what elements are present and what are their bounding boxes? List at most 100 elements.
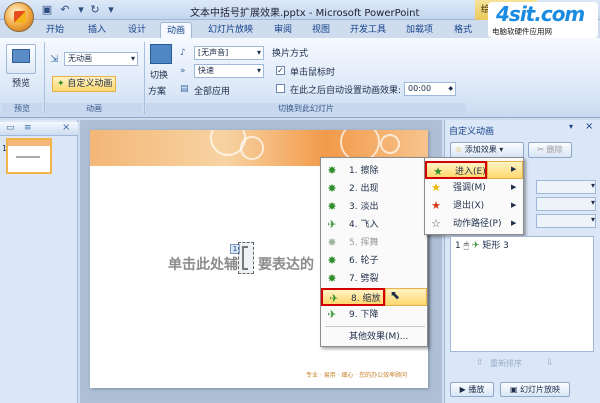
slide-text-left[interactable]: 单击此处辅 <box>168 254 238 274</box>
switch-method-label: 换片方式 <box>272 49 309 59</box>
tab-animation[interactable]: 动画 <box>160 22 193 38</box>
apply-all-icon: ▤ <box>180 84 189 94</box>
submenu-arrow-icon: ▶ <box>511 201 517 209</box>
speed-select[interactable]: 快速 ▾ <box>194 64 264 78</box>
slides-tab-icon[interactable]: ▭ <box>6 123 15 133</box>
tab-view[interactable]: 视图 <box>306 22 336 38</box>
descend-effect-icon: ✈ <box>327 308 337 321</box>
submenu-arrow-icon: ▶ <box>511 183 517 191</box>
slides-panel-tabs: ▭ ≡ × <box>0 122 78 136</box>
animation-icon: ⇲ <box>50 54 59 65</box>
switch-scheme-label-1[interactable]: 切换 <box>150 68 168 81</box>
play-button[interactable]: ▶ 播放 <box>450 382 494 397</box>
fade-effect-icon: ✸ <box>327 200 337 213</box>
slide-text-right[interactable]: 要表达的 <box>258 254 314 274</box>
group-separator <box>144 42 145 114</box>
move-down-icon[interactable]: ⇩ <box>546 358 554 368</box>
tab-addins[interactable]: 加载项 <box>400 22 439 38</box>
menu-item-motion-path[interactable]: ☆ 动作路径(P) <box>425 215 523 233</box>
redo-icon[interactable]: ↻ <box>88 3 102 17</box>
preview-icon <box>12 49 30 63</box>
switch-scheme-label-2[interactable]: 方案 <box>148 84 166 97</box>
menu-item-exit[interactable]: ★ 退出(X) <box>425 197 523 215</box>
wipe-effect-icon: ✸ <box>327 164 337 177</box>
custom-animation-button[interactable]: ✦ 自定义动画 <box>52 76 116 92</box>
on-click-checkbox[interactable]: ✓ <box>276 66 285 75</box>
transition-group-label: 切换到此幻灯片 <box>146 103 466 115</box>
group-separator <box>44 42 45 114</box>
swivel-effect-icon: ✸ <box>327 236 337 249</box>
tab-review[interactable]: 审阅 <box>268 22 298 38</box>
entrance-effects-menu: ✸ 1. 擦除 ✸ 2. 出现 ✸ 3. 淡出 ✈ 4. 飞入 ✸ 5. 挥舞 ✸ 6. 轮… <box>320 157 428 347</box>
speed-select-pane[interactable]: ▾ <box>536 214 596 228</box>
tab-format[interactable]: 格式 <box>448 22 478 38</box>
preview-label: 预览 <box>12 79 31 89</box>
after-time-checkbox[interactable] <box>276 84 285 93</box>
wheel-effect-icon: ✸ <box>327 254 337 267</box>
pane-title: 自定义动画 <box>449 127 495 137</box>
move-up-icon[interactable]: ⇧ <box>476 358 484 368</box>
tab-home[interactable]: 开始 <box>40 22 70 38</box>
office-button[interactable] <box>4 2 34 32</box>
mouse-trigger-icon: 🖱 <box>463 241 470 251</box>
menu-item-wheel[interactable]: ✸ 6. 轮子 <box>321 252 427 270</box>
preview-group-label: 预览 <box>2 103 42 115</box>
tab-design[interactable]: 设计 <box>122 22 152 38</box>
remove-button[interactable]: ✂ 删除 <box>528 142 572 158</box>
menu-item-descend[interactable]: ✈ 9. 下降 <box>321 306 427 324</box>
submenu-arrow-icon: ▶ <box>511 219 517 227</box>
entrance-star-icon: ★ <box>433 165 443 178</box>
tab-insert[interactable]: 插入 <box>82 22 112 38</box>
remove-icon: ✂ <box>537 145 545 154</box>
chevron-down-icon: ▾ <box>590 198 595 207</box>
sound-icon: ♪ <box>180 48 186 58</box>
menu-item-entrance[interactable]: ★ 进入(E) <box>425 161 487 179</box>
start-select[interactable]: ▾ <box>536 180 596 194</box>
tab-developer[interactable]: 开发工具 <box>344 22 392 38</box>
menu-item-wipe[interactable]: ✸ 1. 擦除 <box>321 162 427 180</box>
slide-thumbnail[interactable] <box>6 138 52 174</box>
effect-list-item[interactable]: 1 🖱 ✈ 矩形 3 <box>455 239 591 253</box>
bracket-shape-rectangle-3[interactable] <box>238 242 254 274</box>
fly-in-effect-icon: ✈ <box>327 218 337 231</box>
tab-slideshow[interactable]: 幻灯片放映 <box>202 22 259 38</box>
chevron-down-icon: ▾ <box>499 145 504 154</box>
save-icon[interactable]: ▣ <box>40 3 54 17</box>
menu-item-split[interactable]: ✸ 7. 劈裂 <box>321 270 427 288</box>
animation-group-label: 动画 <box>46 103 142 115</box>
menu-item-more-effects[interactable]: 其他效果(M)... <box>321 328 427 346</box>
close-icon[interactable]: × <box>62 122 70 133</box>
outline-tab-icon[interactable]: ≡ <box>24 123 32 133</box>
chevron-down-icon: ▾ <box>590 215 595 224</box>
after-time-input[interactable]: 00:00 ◆ <box>404 82 456 96</box>
pane-options-icon[interactable]: ▾ <box>569 122 573 131</box>
decor-circle <box>380 134 400 154</box>
appear-effect-icon: ✸ <box>327 182 337 195</box>
decor-circle <box>240 136 264 160</box>
add-effect-button[interactable]: ☆ 添加效果 ▾ <box>450 142 524 158</box>
animation-select[interactable]: 无动画 ▾ <box>64 52 138 66</box>
add-effect-menu: ★ 进入(E) ▶ ★ 强调(M) ▶ ★ 退出(X) ▶ ☆ 动作路径(P) … <box>424 157 524 235</box>
menu-item-zoom[interactable]: ✈ 8. 缩放 <box>321 288 385 306</box>
effect-list: 1 🖱 ✈ 矩形 3 <box>450 236 594 352</box>
preview-button[interactable] <box>6 44 36 74</box>
sound-select[interactable]: [无声音] ▾ <box>194 46 264 60</box>
property-select[interactable]: ▾ <box>536 197 596 211</box>
dropdown-icon[interactable]: ▾ <box>74 3 88 17</box>
slideshow-button[interactable]: ▣ 幻灯片放映 <box>500 382 570 397</box>
customize-qat-icon[interactable]: ▾ <box>104 3 118 17</box>
undo-icon[interactable]: ↶ <box>58 3 72 17</box>
menu-separator <box>325 326 425 327</box>
apply-all-button[interactable]: 全部应用 <box>194 84 230 97</box>
reorder-label: 重新排序 <box>490 359 522 368</box>
effect-type-icon: ✈ <box>471 241 480 251</box>
motion-path-star-icon: ☆ <box>431 217 441 230</box>
menu-item-fly-in[interactable]: ✈ 4. 飞入 <box>321 216 427 234</box>
menu-item-fade[interactable]: ✸ 3. 淡出 <box>321 198 427 216</box>
after-time-label: 在此之后自动设置动画效果: <box>290 86 402 96</box>
watermark-logo: 4sit.com <box>496 2 585 26</box>
menu-item-emphasis[interactable]: ★ 强调(M) <box>425 179 523 197</box>
menu-item-appear[interactable]: ✸ 2. 出现 <box>321 180 427 198</box>
close-icon[interactable]: × <box>585 121 593 132</box>
spinner-icon[interactable]: ◆ <box>448 83 455 95</box>
